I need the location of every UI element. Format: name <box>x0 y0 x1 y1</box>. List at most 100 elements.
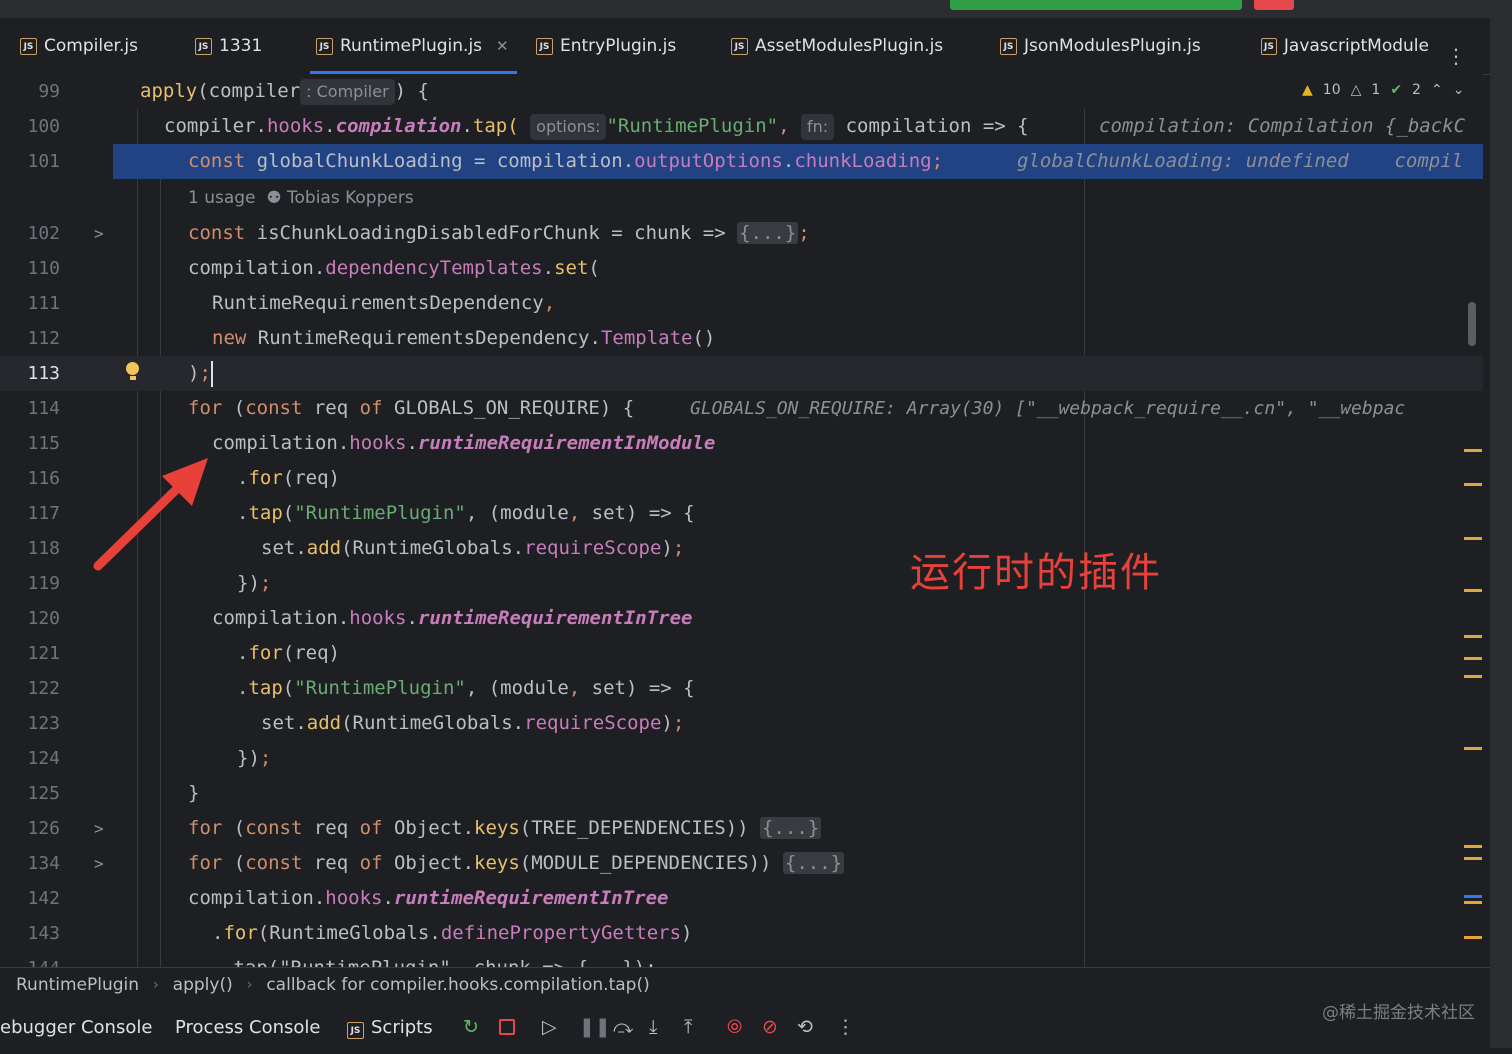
warning-stripe-mark[interactable] <box>1464 747 1482 750</box>
code-line: 118 set.add(RuntimeGlobals.requireScope)… <box>0 531 1483 566</box>
warning-stripe-mark[interactable] <box>1464 537 1482 540</box>
js-file-icon: JS <box>1000 37 1017 55</box>
code-token: ; <box>259 747 272 769</box>
warning-stripe-mark[interactable] <box>1464 657 1482 660</box>
usages-link[interactable]: 1 usage <box>188 188 256 208</box>
code-token: Template <box>600 327 693 349</box>
tab-entryplugin-js[interactable]: JS EntryPlugin.js <box>536 18 676 74</box>
view-breakpoints-icon[interactable]: ⦾ <box>727 1016 742 1038</box>
text-caret <box>210 360 213 387</box>
next-highlight-icon[interactable]: ⌄ <box>1453 82 1465 98</box>
warning-icon: ▲ <box>1302 82 1313 98</box>
code-token: hooks <box>349 432 407 454</box>
debug-inline-value: compilation: Compilation {_backC <box>1099 115 1466 137</box>
code-token: hooks <box>325 887 383 909</box>
title-strip <box>0 0 1512 18</box>
editor-scrollbar-thumb[interactable] <box>1468 302 1476 346</box>
tab-scripts[interactable]: JS Scripts <box>347 1002 433 1048</box>
folded-region[interactable]: {...} <box>737 222 799 244</box>
code-token: for <box>188 817 223 839</box>
warning-stripe-mark[interactable] <box>1464 845 1482 848</box>
run-widget[interactable] <box>950 0 1242 10</box>
code-token: ) <box>661 712 673 734</box>
code-token: (TREE_DEPENDENCIES)) <box>519 817 761 839</box>
breadcrumb-item[interactable]: callback for compiler.hooks.compilation.… <box>266 975 649 995</box>
code-token: req <box>302 817 360 839</box>
warning-stripe-mark[interactable] <box>1464 635 1482 638</box>
pause-icon[interactable]: ❚❚ <box>579 1016 611 1038</box>
author-link[interactable]: Tobias Koppers <box>287 188 414 208</box>
mute-breakpoints-icon[interactable]: ⊘ <box>762 1016 778 1038</box>
js-file-icon: JS <box>731 37 748 55</box>
inspection-widget[interactable]: ▲ 10 △ 1 ✔ 2 ⌃ ⌄ <box>1302 82 1464 98</box>
code-token: of <box>359 852 383 874</box>
breadcrumb-item[interactable]: apply() <box>173 975 233 995</box>
code-token: compilation. <box>212 607 350 629</box>
stop-icon[interactable] <box>499 1019 515 1035</box>
line-number: 100 <box>27 116 60 137</box>
code-line: 102 > const isChunkLoadingDisabledForChu… <box>0 216 1483 251</box>
type-hint: : Compiler <box>300 79 395 105</box>
previous-highlight-icon[interactable]: ⌃ <box>1431 82 1443 98</box>
step-out-icon[interactable]: ⤒ <box>684 1016 692 1038</box>
lightbulb-icon[interactable] <box>126 362 139 375</box>
code-token: requireScope <box>524 537 662 559</box>
resume-icon[interactable]: ▷ <box>542 1016 557 1038</box>
step-into-icon[interactable]: ⤓ <box>649 1016 657 1038</box>
warning-stripe-mark[interactable] <box>1464 675 1482 678</box>
code-token: "RuntimePlugin" <box>294 677 466 699</box>
code-token: . <box>212 922 224 944</box>
tab-javascriptmodule[interactable]: JS JavascriptModule <box>1261 18 1429 74</box>
tab-label: 1331 <box>219 36 263 56</box>
warning-stripe-mark[interactable] <box>1464 483 1482 486</box>
warning-stripe-mark[interactable] <box>1464 857 1482 860</box>
breadcrumb-item[interactable]: RuntimePlugin <box>16 975 139 995</box>
expand-fold-icon[interactable]: > <box>94 216 104 251</box>
code-line: 122 .tap("RuntimePlugin", (module, set) … <box>0 671 1483 706</box>
code-line: 120 compilation.hooks.runtimeRequirement… <box>0 601 1483 636</box>
step-over-icon[interactable]: ⤼ <box>613 1016 633 1038</box>
param-hint: options: <box>530 114 607 140</box>
code-token: ( <box>507 115 519 137</box>
lightbulb-icon-base <box>130 376 136 380</box>
code-token: dependencyTemplates <box>325 257 543 279</box>
tab-assetmodulesplugin-js[interactable]: JS AssetModulesPlugin.js <box>731 18 943 74</box>
warning-stripe-mark[interactable] <box>1464 449 1482 452</box>
tab-jsonmodulesplugin-js[interactable]: JS JsonModulesPlugin.js <box>1000 18 1201 74</box>
more-tabs-icon[interactable]: ⋮ <box>1446 44 1466 68</box>
warning-stripe-mark[interactable] <box>1464 936 1482 939</box>
code-editor[interactable]: 99 apply(compiler: Compiler) { ▲ 10 △ 1 ✔ 2… <box>0 74 1483 967</box>
restart-frame-icon[interactable]: ⟲ <box>797 1016 813 1038</box>
tab-process-console[interactable]: Process Console <box>175 1002 320 1048</box>
code-token: definePropertyGetters <box>440 922 682 944</box>
info-stripe-mark[interactable] <box>1464 895 1482 898</box>
tab-runtimeplugin-js[interactable]: JS RuntimePlugin.js ✕ <box>310 18 517 74</box>
code-token: compiler <box>164 115 256 137</box>
tab-label: JsonModulesPlugin.js <box>1024 36 1201 56</box>
code-token: keys <box>474 852 520 874</box>
tab-1331[interactable]: JS 1331 <box>195 18 262 74</box>
code-token: for <box>248 467 283 489</box>
line-number: 118 <box>27 538 60 559</box>
more-options-icon[interactable]: ⋮ <box>836 1016 855 1038</box>
tab-compiler-js[interactable]: JS Compiler.js <box>20 18 138 74</box>
code-token: . <box>406 432 418 454</box>
tab-label: AssetModulesPlugin.js <box>755 36 944 56</box>
js-file-icon: JS <box>347 1022 364 1039</box>
expand-fold-icon[interactable]: > <box>94 811 104 846</box>
rerun-icon[interactable]: ↻ <box>463 1016 479 1038</box>
warning-stripe-mark[interactable] <box>1464 901 1482 904</box>
code-token: add <box>306 537 342 559</box>
tab-debugger-console[interactable]: ebugger Console <box>0 1002 152 1048</box>
js-file-icon: JS <box>195 37 212 55</box>
code-line: 111 RuntimeRequirementsDependency, <box>0 286 1483 321</box>
code-token: outputOptions <box>634 150 783 172</box>
stop-widget[interactable] <box>1254 0 1294 10</box>
folded-region[interactable]: {...} <box>760 817 822 839</box>
warning-stripe-mark[interactable] <box>1464 589 1482 592</box>
close-tab-icon[interactable]: ✕ <box>496 37 509 55</box>
folded-region[interactable]: {...} <box>782 852 845 874</box>
code-token: RuntimeRequirementsDependency. <box>246 327 601 349</box>
code-token: requireScope <box>524 712 662 734</box>
expand-fold-icon[interactable]: > <box>94 846 104 881</box>
